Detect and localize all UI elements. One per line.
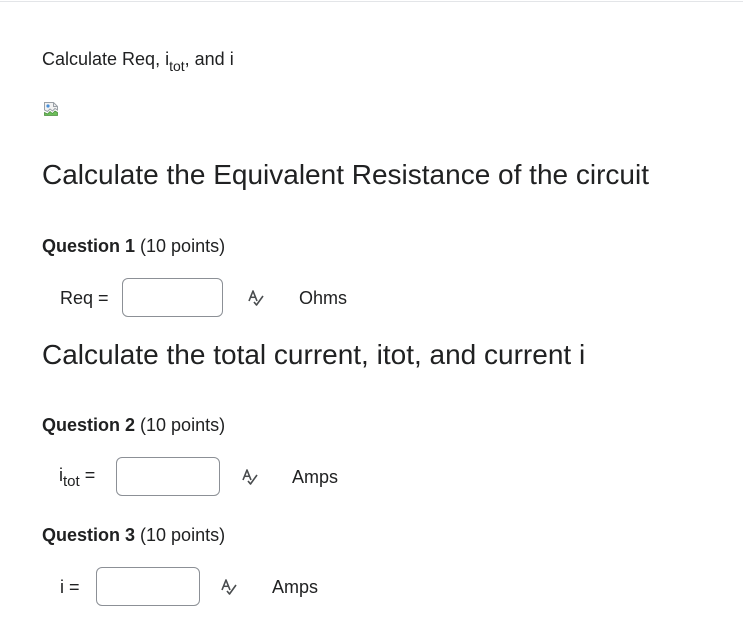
i-input[interactable] [96, 567, 200, 606]
question-2-points: (10 points) [140, 415, 226, 435]
question-1-variable: Req [60, 288, 94, 308]
question-1-equals: = [98, 288, 109, 308]
question-1-points: (10 points) [140, 236, 226, 256]
question-1-heading: Question 1 (10 points) [42, 235, 225, 257]
intro-subscript: tot [169, 58, 185, 74]
question-3-variable-label: i = [60, 576, 80, 598]
question-2-title: Question 2 [42, 415, 136, 435]
intro-text: Calculate Req, itot, and i [42, 48, 234, 74]
question-2-heading: Question 2 (10 points) [42, 414, 225, 436]
question-1-answer-row: Req = Ohms [0, 278, 743, 320]
question-2-equals: = [84, 465, 96, 485]
top-divider [0, 1, 743, 2]
question-2-answer-row: itot = Amps [0, 457, 743, 499]
intro-suffix: , and i [184, 49, 234, 69]
intro-prefix: Calculate Req, i [42, 49, 170, 69]
question-3-answer-row: i = Amps [0, 567, 743, 609]
question-3-unit: Amps [272, 577, 319, 597]
question-1-unit: Ohms [299, 288, 348, 308]
question-2-unit: Amps [292, 467, 339, 487]
spell-check-icon[interactable] [219, 577, 239, 597]
broken-image-icon [44, 102, 58, 116]
spell-check-icon[interactable] [240, 467, 260, 487]
question-3-variable: i [60, 577, 64, 597]
itot-input[interactable] [116, 457, 220, 496]
question-3-points: (10 points) [140, 525, 226, 545]
question-2-variable-subscript: tot [63, 473, 80, 490]
req-input[interactable] [122, 278, 223, 317]
question-3-title: Question 3 [42, 525, 136, 545]
section-heading-equivalent-resistance: Calculate the Equivalent Resistance of t… [42, 159, 649, 190]
question-2-variable-label: itot = [59, 464, 96, 490]
question-1-title: Question 1 [42, 236, 136, 256]
question-3-heading: Question 3 (10 points) [42, 524, 225, 546]
question-1-variable-label: Req = [60, 287, 109, 309]
section-heading-total-current: Calculate the total current, itot, and c… [42, 339, 586, 370]
question-3-equals: = [69, 577, 80, 597]
spell-check-icon[interactable] [246, 288, 266, 308]
